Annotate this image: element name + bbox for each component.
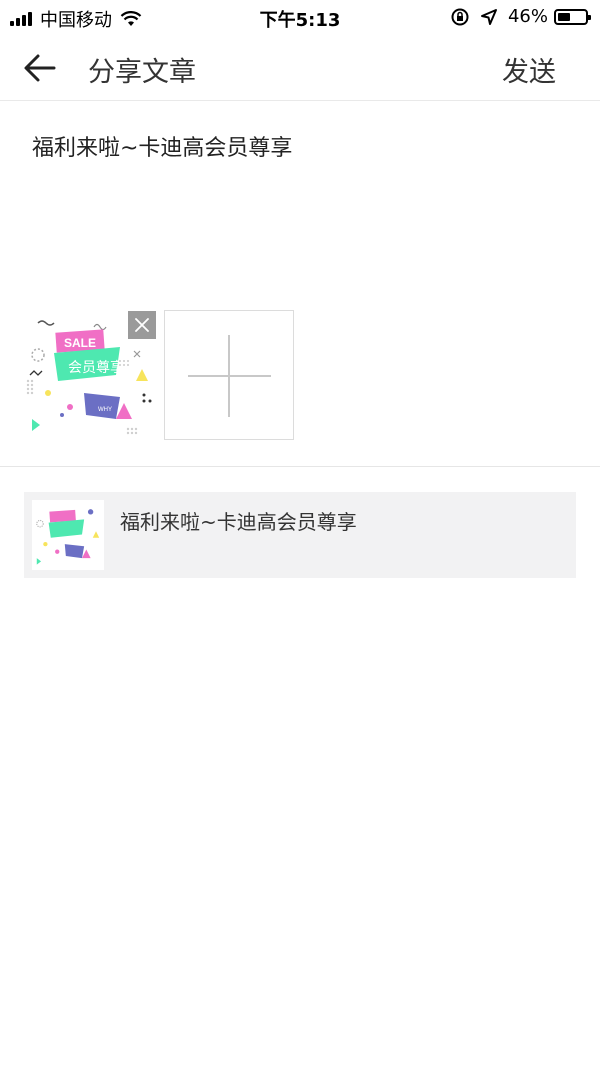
thumb-sale-text: SALE	[64, 336, 96, 350]
article-title-input[interactable]: 福利来啦~卡迪高会员尊享	[32, 130, 292, 162]
nav-bar: 分享文章 发送	[0, 34, 600, 101]
battery-fill	[558, 12, 570, 21]
thumb-banner-text: 会员尊享	[68, 359, 124, 376]
status-right: 46%	[450, 6, 591, 27]
status-bar: 中国移动 下午5:13 46%	[0, 0, 600, 34]
divider	[0, 466, 600, 467]
plus-icon	[188, 335, 271, 417]
battery-percent: 46%	[507, 6, 548, 27]
page-title: 分享文章	[88, 57, 196, 88]
card-title: 福利来啦~卡迪高会员尊享	[120, 510, 357, 534]
sale-poster-image	[32, 500, 104, 570]
back-arrow-icon	[24, 54, 56, 82]
remove-image-button[interactable]	[128, 311, 156, 339]
rotation-lock-icon	[451, 8, 469, 25]
back-button[interactable]	[22, 50, 58, 86]
card-thumbnail	[32, 500, 104, 570]
location-icon	[480, 8, 497, 25]
link-preview-card[interactable]: 福利来啦~卡迪高会员尊享	[24, 492, 576, 578]
send-button[interactable]: 发送	[502, 50, 556, 89]
thumb-small-text: WHY	[98, 407, 112, 413]
add-image-button[interactable]	[164, 310, 294, 440]
battery-icon	[554, 8, 591, 25]
close-icon	[135, 318, 149, 332]
